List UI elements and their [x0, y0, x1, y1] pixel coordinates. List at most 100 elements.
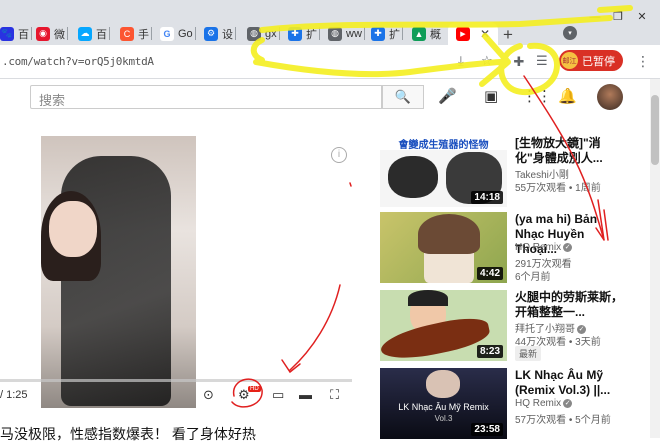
close-tab-icon[interactable]: ✕	[480, 27, 490, 41]
video-meta: 55万次观看 • 1周前	[515, 183, 601, 194]
url-text[interactable]: .com/watch?v=orQ5j0kmtdA	[2, 55, 154, 68]
time-display: / 1:25	[0, 389, 28, 401]
new-tab-button[interactable]: +	[503, 25, 513, 45]
video-subject-face	[49, 201, 97, 257]
chrome-menu-icon[interactable]: ⋮	[636, 53, 650, 70]
search-input[interactable]: 搜索	[30, 85, 382, 109]
tab-extensions-2[interactable]: ✚ 扩	[371, 22, 403, 45]
google-icon: G	[160, 26, 174, 41]
tab-label: 概	[430, 28, 441, 41]
tab-label: gx	[265, 27, 277, 40]
channel-name[interactable]: HQ Remix	[515, 398, 561, 409]
new-badge: 最新	[515, 346, 542, 361]
tab-settings[interactable]: ⚙ 设	[204, 22, 236, 45]
profile-paused-button[interactable]: 邮江 已暂停	[559, 50, 623, 71]
video-thumbnail[interactable]: 會變成生殖器的怪物 14:18	[380, 136, 507, 207]
settings-gear-icon: ⚙	[204, 26, 218, 41]
duration-badge: 23:58	[471, 423, 503, 436]
puzzle-icon: ✚	[371, 26, 385, 41]
recommendation-item[interactable]: 會變成生殖器的怪物 14:18 [生物放大鏡]"消化"身體成別人... Take…	[380, 136, 642, 208]
youtube-header: 搜索 🔍 🎤 ▣ ⋮⋮ 🔔	[0, 79, 650, 115]
video-title: 马没极限，性感指数爆表！ 看了身体好热	[0, 426, 256, 442]
reading-list-icon[interactable]: ☰	[536, 53, 548, 69]
duration-badge: 4:42	[476, 267, 503, 280]
mic-icon[interactable]: 🎤	[438, 87, 457, 105]
video-thumbnail[interactable]: 8:23	[380, 290, 507, 361]
video-meta: 57万次观看 • 5个月前	[515, 415, 611, 426]
tab-label: 百	[96, 28, 107, 41]
puzzle-icon: ✚	[288, 26, 302, 41]
account-avatar[interactable]	[597, 84, 623, 110]
c-logo-icon: C	[120, 26, 134, 41]
thumb-hair	[408, 290, 448, 306]
baidu-netdisk-icon: ☁	[78, 26, 92, 41]
video-thumbnail[interactable]: 4:42	[380, 212, 507, 283]
tab-label: 设	[222, 28, 233, 41]
channel-name-row[interactable]: HQ Remix ✓	[515, 242, 573, 253]
drive-icon: ▲	[412, 26, 426, 41]
tab-label: 手	[138, 28, 149, 41]
autoplay-toggle-icon[interactable]: ⊙	[203, 387, 214, 403]
globe-icon: ◍	[328, 26, 342, 41]
install-app-icon[interactable]: ⤓	[458, 53, 464, 69]
hd-badge: HD	[248, 386, 261, 392]
recommendation-item[interactable]: LK Nhạc Âu Mỹ Remix Vol.3 23:58 LK Nhạc …	[380, 368, 642, 440]
channel-name[interactable]: HQ Remix	[515, 242, 561, 253]
recommendation-title[interactable]: LK Nhạc Âu Mỹ (Remix Vol.3) ||...	[515, 368, 625, 398]
miniplayer-icon[interactable]: ▭	[272, 387, 284, 403]
recommendation-item[interactable]: 4:42 (ya ma hi) Bản Nhạc Huyền Thoại... …	[380, 212, 642, 284]
duration-badge: 8:23	[476, 345, 503, 358]
tab-drive[interactable]: ▲ 概	[412, 22, 441, 45]
tab-baidu-netdisk[interactable]: ☁ 百	[78, 22, 110, 45]
minimize-button[interactable]: —	[584, 11, 606, 25]
tab-label: Go	[178, 27, 193, 40]
tab-csdn[interactable]: C 手	[120, 22, 152, 45]
tab-label: 扩	[306, 28, 317, 41]
thumb-person	[426, 370, 460, 398]
tab-weibo[interactable]: ◉ 微	[36, 22, 68, 45]
tab-label: 微	[54, 28, 65, 41]
tab-label: ww	[346, 27, 362, 40]
thumb-hair	[418, 214, 480, 254]
tab-label: 扩	[389, 28, 400, 41]
theater-mode-icon[interactable]: ▬	[299, 387, 312, 402]
thumb-caption: 會變成生殖器的怪物	[380, 136, 507, 151]
search-button[interactable]: 🔍	[382, 85, 424, 109]
scrollbar-thumb[interactable]	[651, 95, 659, 165]
profile-label: 已暂停	[582, 55, 615, 68]
youtube-icon: ▶	[456, 26, 470, 41]
video-thumbnail[interactable]: LK Nhạc Âu Mỹ Remix Vol.3 23:58	[380, 368, 507, 439]
weibo-icon: ◉	[36, 26, 50, 41]
fullscreen-icon[interactable]: ⛶	[330, 387, 339, 403]
extensions-puzzle-icon[interactable]: ✚	[509, 52, 529, 72]
channel-name-row[interactable]: HQ Remix ✓	[515, 398, 573, 409]
video-frame[interactable]	[41, 136, 196, 408]
search-icon: 🔍	[394, 89, 412, 104]
recommendation-item[interactable]: 8:23 火腿中的劳斯莱斯，开箱整整一... 拜托了小翔哥 ✓ 44万次观看 • …	[380, 290, 642, 362]
tab-gx[interactable]: ◍ gx	[247, 22, 280, 45]
tab-strip: — ❐ ✕ 🐾 百 ◉ 微 ☁ 百 C 手 G Go ⚙ 设 ◍ gx ✚ 扩	[0, 0, 660, 45]
recommendation-title[interactable]: 火腿中的劳斯莱斯，开箱整整一...	[515, 290, 625, 320]
tab-google[interactable]: G Go	[160, 22, 196, 45]
globe-icon: ◍	[247, 26, 261, 41]
thumb-creature-left	[388, 156, 438, 198]
tab-baidu[interactable]: 🐾 百	[0, 22, 32, 45]
duration-badge: 14:18	[471, 191, 503, 204]
restore-button[interactable]: ❐	[607, 11, 629, 25]
thumb-caption-2: Vol.3	[434, 414, 453, 423]
player-controls: / 1:25 ⊙ ⚙ HD ▭ ▬ ⛶	[0, 383, 352, 409]
tab-search-icon[interactable]: ▾	[563, 26, 577, 40]
apps-grid-icon[interactable]: ⋮⋮	[522, 87, 552, 105]
progress-bar[interactable]	[0, 379, 352, 382]
bookmark-star-icon[interactable]: ☆	[481, 53, 493, 69]
create-video-icon[interactable]: ▣	[484, 87, 498, 105]
notifications-bell-icon[interactable]: 🔔	[558, 87, 577, 105]
tab-youtube-active[interactable]: ▶ ✕	[448, 22, 499, 45]
recommendation-title[interactable]: [生物放大鏡]"消化"身體成別人...	[515, 136, 625, 166]
info-icon[interactable]: i	[331, 147, 347, 163]
tab-ww[interactable]: ◍ ww	[328, 22, 365, 45]
close-window-button[interactable]: ✕	[631, 11, 653, 25]
thumb-caption: LK Nhạc Âu Mỹ Remix	[398, 402, 489, 412]
verified-check-icon: ✓	[563, 398, 573, 408]
tab-extensions[interactable]: ✚ 扩	[288, 22, 320, 45]
